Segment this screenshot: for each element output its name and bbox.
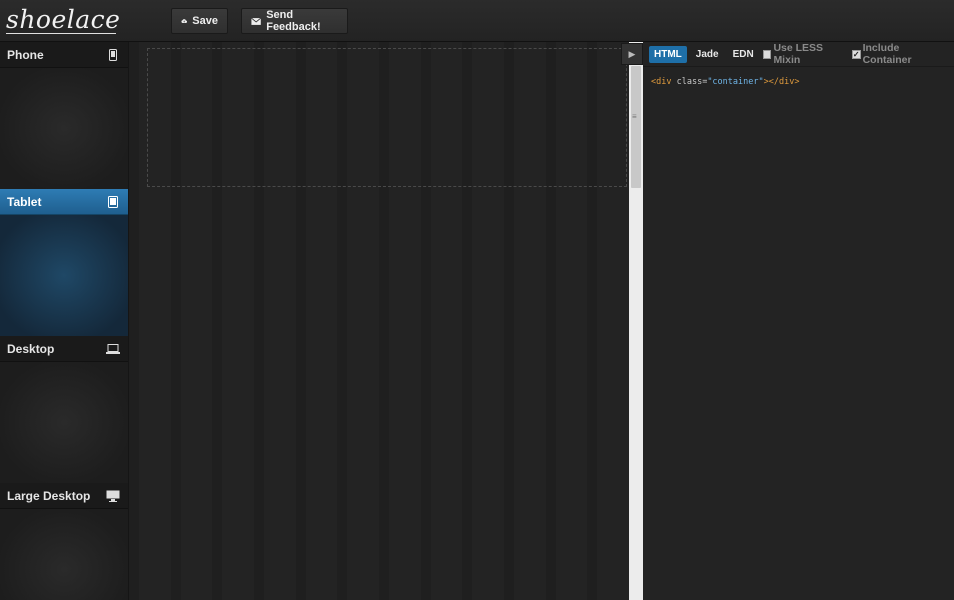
sidebar-item-label: Desktop [7, 341, 55, 356]
monitor-icon [106, 489, 120, 503]
device-preview [0, 362, 128, 483]
sidebar-item-tablet[interactable]: Tablet [0, 189, 128, 336]
panel-splitter[interactable]: ≡ [629, 42, 643, 600]
code-panel: HTML Jade EDN Use LESS Mixin ✓ Include C… [643, 42, 954, 600]
grip-icon: ≡ [632, 112, 637, 121]
less-mixin-checkbox[interactable] [762, 49, 772, 59]
include-container-checkbox[interactable]: ✓ [851, 49, 861, 59]
tab-edn[interactable]: EDN [728, 46, 759, 63]
sidebar-item-large-desktop[interactable]: Large Desktop [0, 483, 128, 600]
device-preview [0, 509, 128, 600]
shoelace-logo[interactable]: shoelace [6, 3, 121, 37]
scrollbar-thumb[interactable] [631, 66, 641, 188]
code-close-tag: ></div> [763, 77, 800, 87]
code-toolbar: HTML Jade EDN Use LESS Mixin ✓ Include C… [643, 42, 954, 67]
container-dropzone[interactable] [147, 48, 627, 187]
save-label: Save [192, 15, 218, 27]
less-mixin-label: Use LESS Mixin [773, 42, 824, 66]
tab-html[interactable]: HTML [649, 45, 687, 63]
send-feedback-button[interactable]: Send Feedback! [241, 8, 348, 34]
phone-icon [106, 48, 120, 62]
device-preview [0, 68, 128, 189]
top-bar: shoelace Save Send Feedback! [0, 0, 954, 42]
code-attr: class= [671, 77, 708, 87]
collapse-arrow-icon[interactable]: ▶ [621, 43, 643, 65]
logo-underline [6, 33, 116, 34]
sidebar-item-label: Large Desktop [7, 488, 91, 503]
tab-jade[interactable]: Jade [691, 46, 724, 63]
layout-canvas[interactable] [128, 42, 629, 600]
include-container-label: Include Container [862, 42, 912, 66]
code-open-tag: <div [651, 77, 672, 87]
tablet-icon [106, 195, 120, 209]
envelope-icon [251, 17, 262, 25]
feedback-label: Send Feedback! [266, 9, 321, 33]
code-value: "container" [707, 77, 764, 87]
cloud-upload-icon [181, 19, 188, 23]
sidebar-item-phone[interactable]: Phone [0, 42, 128, 189]
laptop-icon [106, 342, 120, 356]
sidebar-item-label: Tablet [7, 194, 42, 209]
save-button[interactable]: Save [171, 8, 228, 34]
sidebar-item-label: Phone [7, 47, 44, 62]
device-sidebar: Phone Tablet Desktop Large Desktop [0, 42, 128, 600]
logo-text: shoelace [6, 5, 121, 34]
sidebar-item-desktop[interactable]: Desktop [0, 336, 128, 483]
code-output[interactable]: <div class="container"></div> [643, 67, 954, 97]
device-preview [0, 215, 128, 336]
